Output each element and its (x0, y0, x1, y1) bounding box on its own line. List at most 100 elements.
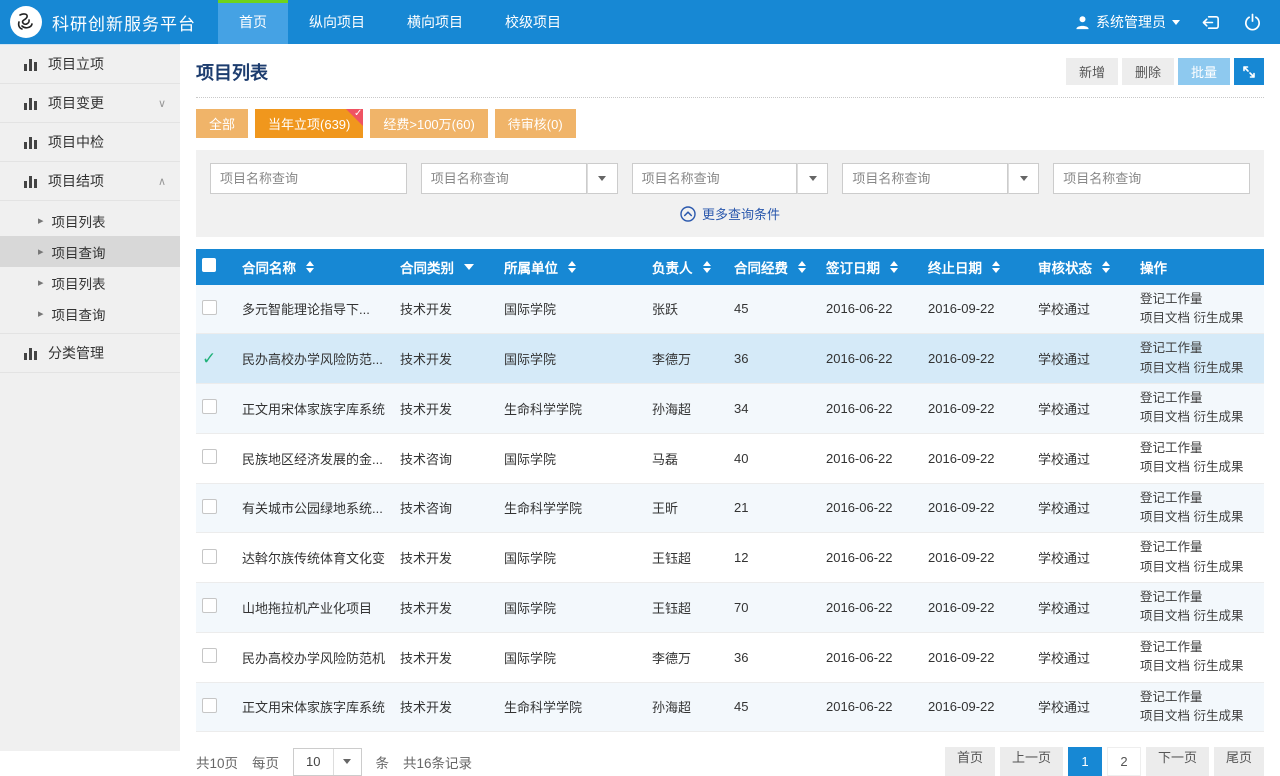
op-project-docs[interactable]: 项目文档 (1140, 361, 1190, 375)
column-header[interactable]: 签订日期 (820, 249, 922, 285)
column-header[interactable]: 负责人 (646, 249, 728, 285)
cell-department: 国际学院 (498, 433, 646, 483)
op-register-workload[interactable]: 登记工作量 (1140, 491, 1203, 505)
op-register-workload[interactable]: 登记工作量 (1140, 540, 1203, 554)
sidebar-item-project-change[interactable]: 项目变更 ∨ (0, 84, 180, 123)
page-button[interactable]: 下一页 (1146, 747, 1209, 776)
sidebar-item-category-management[interactable]: 分类管理 (0, 334, 180, 373)
power-icon[interactable] (1243, 13, 1262, 32)
page-button[interactable]: 1 (1068, 747, 1102, 776)
column-header[interactable]: 合同经费 (728, 249, 820, 285)
op-register-workload[interactable]: 登记工作量 (1140, 391, 1203, 405)
op-register-workload[interactable]: 登记工作量 (1140, 341, 1203, 355)
op-register-workload[interactable]: 登记工作量 (1140, 690, 1203, 704)
sort-icon[interactable] (568, 261, 576, 273)
op-project-docs[interactable]: 项目文档 (1140, 560, 1190, 574)
nav-tab[interactable]: 纵向项目 (288, 0, 386, 44)
filter-chip[interactable]: 当年立项(639) ✓ (255, 109, 363, 138)
op-derived-results[interactable]: 衍生成果 (1194, 311, 1244, 325)
op-register-workload[interactable]: 登记工作量 (1140, 441, 1203, 455)
per-page-select[interactable]: 10 (293, 748, 361, 776)
sidebar-item-project-midcheck[interactable]: 项目中检 (0, 123, 180, 162)
sort-icon[interactable] (1102, 261, 1110, 273)
op-project-docs[interactable]: 项目文档 (1140, 510, 1190, 524)
op-derived-results[interactable]: 衍生成果 (1194, 709, 1244, 723)
sidebar-item-project-closing[interactable]: 项目结项 ∧ (0, 162, 180, 201)
filter-chip[interactable]: 待审核(0) (495, 109, 576, 138)
op-derived-results[interactable]: 衍生成果 (1194, 510, 1244, 524)
column-header[interactable]: 审核状态 (1032, 249, 1134, 285)
filter-chip[interactable]: 全部 (196, 109, 248, 138)
row-checkbox[interactable] (202, 300, 217, 315)
op-register-workload[interactable]: 登记工作量 (1140, 640, 1203, 654)
search-input[interactable] (210, 163, 407, 194)
toolbar-button[interactable]: 删除 (1122, 58, 1174, 85)
page-button[interactable]: 上一页 (1000, 747, 1063, 776)
op-derived-results[interactable]: 衍生成果 (1194, 410, 1244, 424)
toolbar-button[interactable]: 批量 (1178, 58, 1230, 85)
more-conditions-link[interactable]: 更多查询条件 (680, 204, 780, 223)
op-project-docs[interactable]: 项目文档 (1140, 709, 1190, 723)
filter-caret-icon[interactable] (464, 264, 474, 270)
row-checkbox[interactable] (202, 499, 217, 514)
op-project-docs[interactable]: 项目文档 (1140, 311, 1190, 325)
row-checkbox[interactable] (202, 648, 217, 663)
expand-button[interactable] (1234, 58, 1264, 85)
op-project-docs[interactable]: 项目文档 (1140, 460, 1190, 474)
row-checkbox[interactable] (202, 698, 217, 713)
column-header[interactable]: 合同类别 (394, 249, 498, 285)
op-derived-results[interactable]: 衍生成果 (1194, 609, 1244, 623)
op-project-docs[interactable]: 项目文档 (1140, 410, 1190, 424)
more-conditions-label: 更多查询条件 (702, 204, 780, 223)
op-project-docs[interactable]: 项目文档 (1140, 659, 1190, 673)
sort-icon[interactable] (306, 261, 314, 273)
dropdown-toggle[interactable] (797, 163, 828, 194)
nav-tab[interactable]: 横向项目 (386, 0, 484, 44)
dropdown-toggle[interactable] (587, 163, 618, 194)
op-derived-results[interactable]: 衍生成果 (1194, 361, 1244, 375)
column-header[interactable]: 所属单位 (498, 249, 646, 285)
row-checkbox[interactable] (202, 449, 217, 464)
nav-tab[interactable]: 校级项目 (484, 0, 582, 44)
op-derived-results[interactable]: 衍生成果 (1194, 560, 1244, 574)
select-all-checkbox[interactable] (202, 258, 216, 272)
sort-icon[interactable] (798, 261, 806, 273)
op-derived-results[interactable]: 衍生成果 (1194, 460, 1244, 474)
page-button[interactable]: 首页 (945, 747, 995, 776)
bar-chart-icon (24, 347, 38, 360)
dropdown-toggle[interactable] (1008, 163, 1039, 194)
column-header[interactable]: 合同名称 (236, 249, 394, 285)
search-input[interactable] (632, 163, 798, 194)
sidebar-subitem-project-list-1[interactable]: ▸ 项目列表 (0, 205, 180, 236)
sort-icon[interactable] (890, 261, 898, 273)
sort-icon[interactable] (703, 261, 711, 273)
op-register-workload[interactable]: 登记工作量 (1140, 292, 1203, 306)
op-project-docs[interactable]: 项目文档 (1140, 609, 1190, 623)
per-page-caret[interactable] (333, 749, 361, 775)
column-header[interactable]: 终止日期 (922, 249, 1032, 285)
page-button[interactable]: 尾页 (1214, 747, 1264, 776)
filter-chip[interactable]: 经费>100万(60) (370, 109, 487, 138)
row-selected-check-icon[interactable]: ✓ (202, 349, 216, 368)
row-checkbox[interactable] (202, 549, 217, 564)
sidebar-subitem-project-query-1[interactable]: ▸ 项目查询 (0, 236, 180, 267)
cell-operations: 登记工作量 项目文档 衍生成果 (1134, 433, 1264, 483)
nav-tab[interactable]: 首页 (218, 0, 288, 44)
search-input[interactable] (842, 163, 1008, 194)
column-header[interactable]: 操作 (1134, 249, 1264, 285)
toolbar-button[interactable]: 新增 (1066, 58, 1118, 85)
page-button[interactable]: 2 (1107, 747, 1141, 776)
sort-icon[interactable] (992, 261, 1000, 273)
switch-account-icon[interactable] (1202, 13, 1221, 32)
sidebar-item-project-initiation[interactable]: 项目立项 (0, 45, 180, 84)
op-register-workload[interactable]: 登记工作量 (1140, 590, 1203, 604)
row-checkbox[interactable] (202, 598, 217, 613)
search-field (632, 163, 829, 194)
search-input[interactable] (421, 163, 587, 194)
user-menu[interactable]: 系统管理员 (1075, 12, 1180, 32)
sidebar-subitem-project-list-2[interactable]: ▸ 项目列表 (0, 267, 180, 298)
op-derived-results[interactable]: 衍生成果 (1194, 659, 1244, 673)
row-checkbox[interactable] (202, 399, 217, 414)
sidebar-subitem-project-query-2[interactable]: ▸ 项目查询 (0, 298, 180, 329)
search-input[interactable] (1053, 163, 1250, 194)
